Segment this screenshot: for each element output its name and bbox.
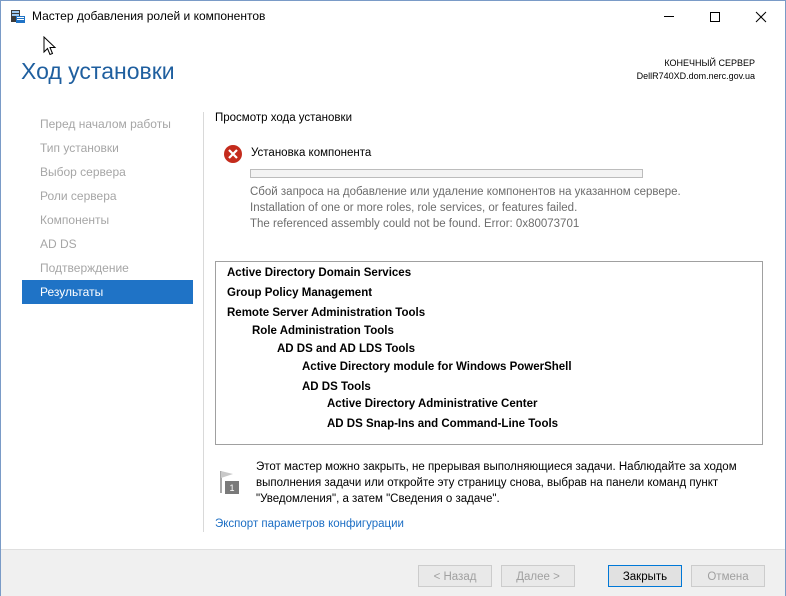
minimize-icon (664, 16, 674, 17)
destination-server-name: DellR740XD.dom.nerc.gov.ua (636, 71, 755, 81)
minimize-button[interactable] (646, 1, 692, 32)
error-icon (224, 145, 242, 163)
error-message-line: The referenced assembly could not be fou… (250, 218, 580, 230)
next-button[interactable]: Далее > (501, 565, 575, 587)
server-manager-icon (11, 10, 25, 23)
nav-item-installation-type[interactable]: Тип установки (22, 136, 193, 160)
nav-item-server-selection[interactable]: Выбор сервера (22, 160, 193, 184)
result-item: Active Directory Administrative Center (327, 398, 538, 410)
page-title: Ход установки (21, 58, 175, 84)
result-item: Role Administration Tools (252, 325, 394, 337)
install-progress-bar (250, 169, 643, 178)
maximize-icon (710, 11, 720, 22)
info-note-line: "Уведомления", а затем "Сведения о задач… (256, 493, 500, 505)
result-item: AD DS Tools (302, 381, 371, 393)
mouse-cursor-icon (43, 36, 57, 56)
nav-item-results[interactable]: Результаты (22, 280, 193, 304)
nav-item-confirmation[interactable]: Подтверждение (22, 256, 193, 280)
back-button[interactable]: < Назад (418, 565, 492, 587)
nav-item-features[interactable]: Компоненты (22, 208, 193, 232)
result-item: AD DS and AD LDS Tools (277, 343, 415, 355)
result-item: Active Directory Domain Services (227, 267, 412, 279)
info-note-line: выполнения задачи или откройте эту стран… (256, 477, 719, 489)
cancel-button[interactable]: Отмена (691, 565, 765, 587)
window-title: Мастер добавления ролей и компонентов (32, 9, 266, 23)
title-bar: Мастер добавления ролей и компонентов (1, 1, 785, 32)
notification-count: 1 (229, 483, 234, 493)
notification-flag-icon: 1 (220, 471, 239, 494)
maximize-button[interactable] (692, 1, 738, 32)
destination-server-label: КОНЕЧНЫЙ СЕРВЕР (664, 58, 755, 68)
close-window-button[interactable] (738, 1, 784, 32)
close-button[interactable]: Закрыть (608, 565, 682, 587)
nav-divider (203, 112, 204, 532)
error-message-line: Installation of one or more roles, role … (250, 202, 578, 214)
wizard-footer: < Назад Далее > Закрыть Отмена (1, 549, 785, 596)
error-message-line: Сбой запроса на добавление или удаление … (250, 186, 681, 198)
result-item: Remote Server Administration Tools (227, 307, 426, 319)
nav-item-ad-ds[interactable]: AD DS (22, 232, 193, 256)
section-title: Просмотр хода установки (215, 112, 352, 124)
result-item: Group Policy Management (227, 287, 373, 299)
nav-item-server-roles[interactable]: Роли сервера (22, 184, 193, 208)
results-list[interactable]: Active Directory Domain Services Group P… (215, 261, 763, 445)
install-status-label: Установка компонента (251, 147, 372, 159)
result-item: Active Directory module for Windows Powe… (302, 361, 572, 373)
wizard-window: Мастер добавления ролей и компонентов Хо… (0, 0, 786, 596)
nav-item-before-you-begin[interactable]: Перед началом работы (22, 112, 193, 136)
info-note-line: Этот мастер можно закрыть, не прерывая в… (256, 461, 737, 473)
wizard-steps-nav: Перед началом работы Тип установки Выбор… (22, 112, 193, 304)
export-config-link[interactable]: Экспорт параметров конфигурации (215, 518, 404, 530)
result-item: AD DS Snap-Ins and Command-Line Tools (327, 418, 559, 430)
close-icon (755, 11, 767, 22)
